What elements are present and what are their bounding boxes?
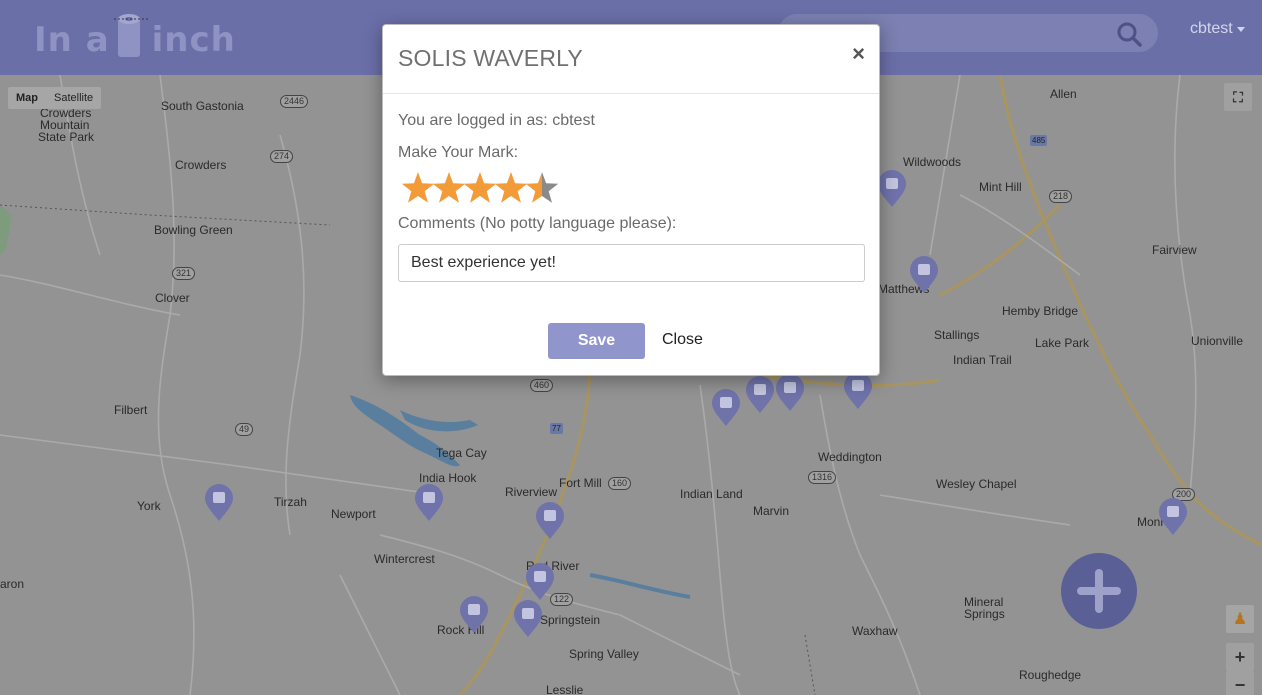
rating-label: Make Your Mark: <box>398 144 519 161</box>
star-icon[interactable] <box>525 172 559 203</box>
close-icon[interactable]: × <box>852 41 865 67</box>
save-button[interactable]: Save <box>548 323 645 359</box>
dialog-header: SOLIS WAVERLY × <box>383 25 879 94</box>
star-icon[interactable] <box>402 172 435 203</box>
comments-label: Comments (No potty language please): <box>398 215 677 232</box>
star-icon[interactable] <box>432 172 466 203</box>
comments-input[interactable] <box>398 244 865 282</box>
close-button[interactable]: Close <box>662 331 703 349</box>
star-rating[interactable] <box>402 172 572 206</box>
rating-dialog: SOLIS WAVERLY × You are logged in as: cb… <box>382 24 880 376</box>
star-icon[interactable] <box>494 172 528 203</box>
star-icon[interactable] <box>463 172 497 203</box>
dialog-title: SOLIS WAVERLY <box>398 45 583 71</box>
logged-in-text: You are logged in as: cbtest <box>398 112 595 129</box>
